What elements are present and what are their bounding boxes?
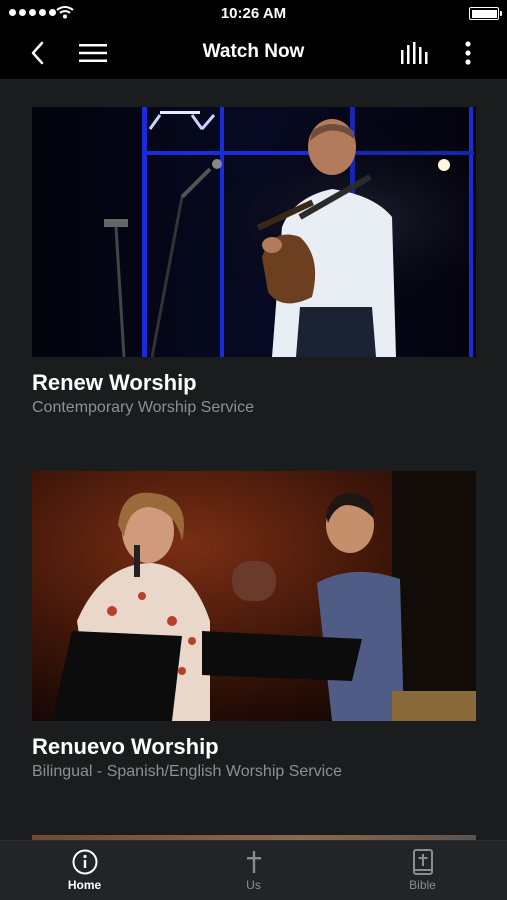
worship-leader-guitar-image (32, 107, 476, 357)
tab-label: Bible (409, 878, 436, 892)
worship-singers-image (32, 471, 476, 721)
renew-worship-thumbnail[interactable] (32, 107, 476, 357)
battery-level (471, 9, 497, 18)
tab-label: Home (67, 878, 102, 892)
battery-icon (469, 7, 502, 20)
status-time: 10:26 AM (220, 5, 287, 22)
renuevo-worship-thumbnail[interactable] (32, 471, 476, 721)
media-card-renew-worship[interactable]: Renew Worship Contemporary Worship Servi… (32, 107, 476, 417)
media-feed[interactable]: Renew Worship Contemporary Worship Servi… (0, 79, 507, 840)
tab-us[interactable]: Us (169, 841, 338, 900)
tab-bible[interactable]: Bible (338, 841, 507, 900)
navigation-bar: Watch Now (0, 27, 507, 79)
vertical-ellipsis-icon (465, 41, 471, 65)
info-circle-icon (72, 849, 97, 875)
equalizer-icon (401, 42, 428, 64)
tab-home[interactable]: Home (0, 841, 169, 900)
audio-button[interactable] (399, 37, 431, 69)
card-subtitle: Bilingual - Spanish/English Worship Serv… (32, 763, 343, 780)
tab-bar: Home Us Bible (0, 840, 507, 900)
bible-icon (412, 849, 433, 875)
status-bar: 10:26 AM (0, 0, 507, 27)
tab-label: Us (246, 878, 261, 892)
card-title[interactable]: Renew Worship (32, 370, 476, 396)
card-title[interactable]: Renuevo Worship (32, 734, 476, 760)
cross-icon (246, 851, 261, 873)
media-card-renuevo-worship[interactable]: Renuevo Worship Bilingual - Spanish/Engl… (32, 471, 476, 781)
more-options-button[interactable] (452, 37, 484, 69)
card-subtitle: Contemporary Worship Service (32, 399, 255, 416)
